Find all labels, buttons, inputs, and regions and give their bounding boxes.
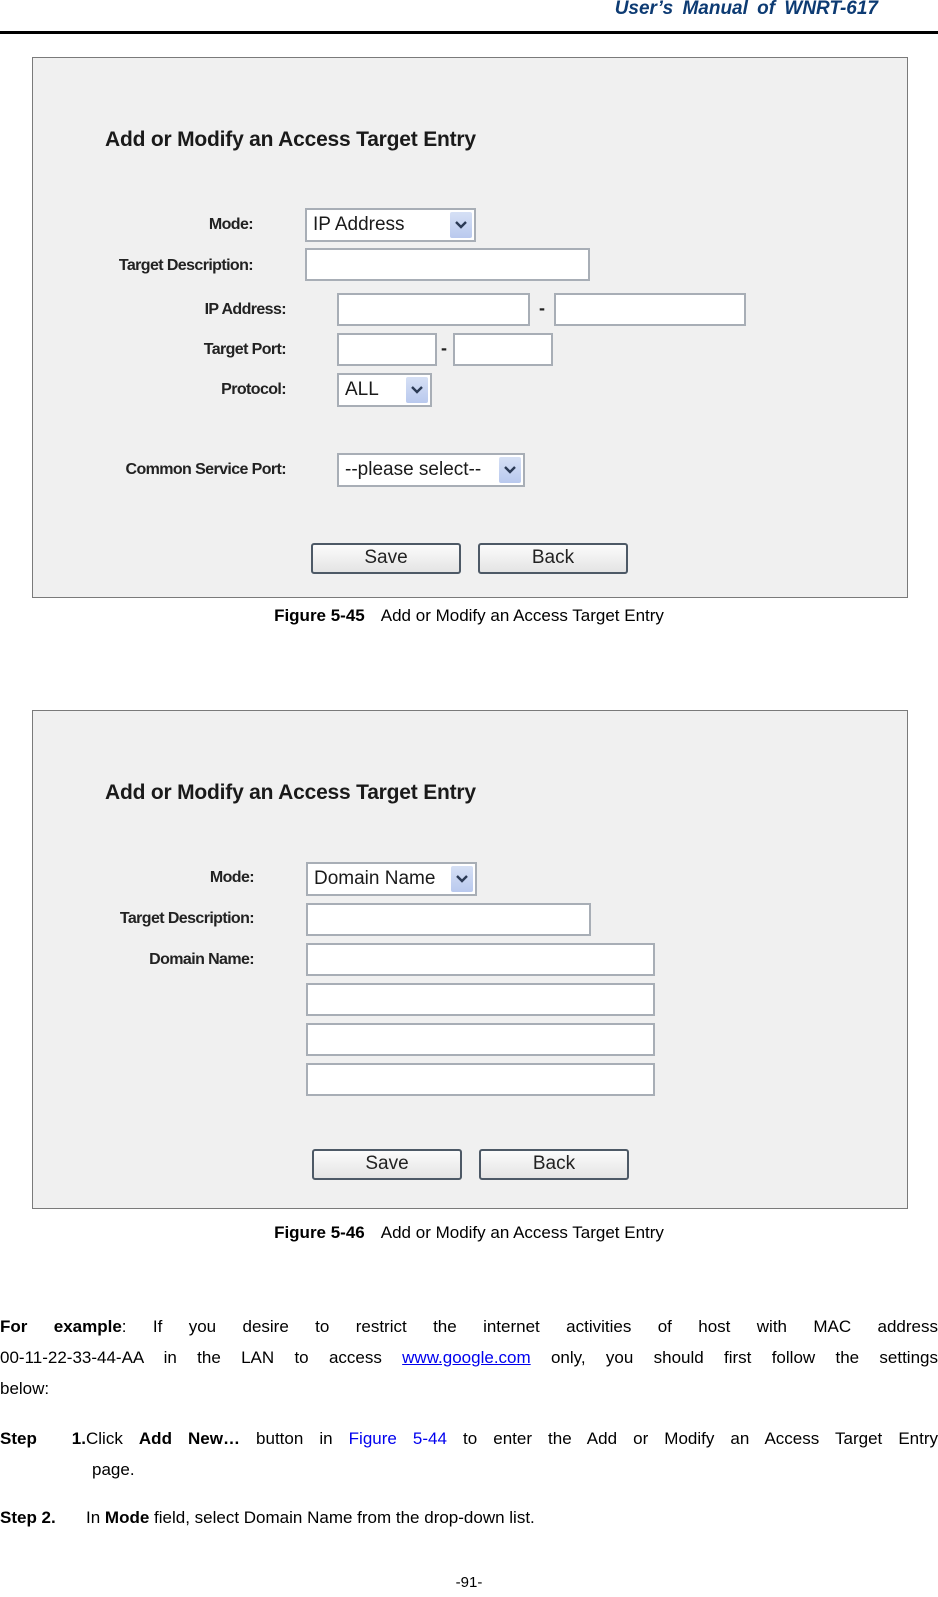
manual-header-title: User’s Manual of WNRT-617 [614, 0, 878, 19]
common-service-port-label: Common Service Port: [125, 461, 287, 478]
protocol-select-value: ALL [345, 379, 379, 400]
mode-select[interactable]: IP Address [305, 208, 476, 242]
step-1-continuation: page. [92, 1454, 892, 1485]
step-text: button in [239, 1429, 349, 1448]
port-range-separator: - [441, 338, 447, 358]
figure-5-46-screenshot: Add or Modify an Access Target Entry Mod… [32, 710, 908, 1209]
mode-select-value: IP Address [313, 214, 405, 235]
page-number: -91- [455, 1574, 483, 1591]
example-text: : If you desire to restrict the internet… [121, 1317, 938, 1336]
target-port-label: Target Port: [203, 341, 287, 358]
chevron-down-icon [499, 457, 521, 483]
ip-address-label: IP Address: [204, 301, 287, 318]
ip-address-end-input[interactable] [554, 293, 746, 326]
target-port-end-input[interactable] [453, 333, 553, 366]
chevron-down-icon [406, 377, 428, 403]
figure-caption-text: Add or Modify an Access Target Entry [380, 1223, 664, 1242]
header-rule [0, 31, 938, 34]
target-description-label: Target Description: [118, 257, 254, 274]
back-button[interactable]: Back [479, 1149, 629, 1180]
domain-name-input-1[interactable] [306, 943, 655, 976]
domain-name-input-4[interactable] [306, 1063, 655, 1096]
figure-number: Figure 5-45 [274, 606, 365, 625]
mode-select[interactable]: Domain Name [306, 862, 477, 896]
figure-number: Figure 5-46 [274, 1223, 365, 1242]
figure-caption-text: Add or Modify an Access Target Entry [380, 606, 664, 625]
domain-name-input-2[interactable] [306, 983, 655, 1016]
example-paragraph-line-1: For example: If you desire to restrict t… [0, 1311, 938, 1342]
common-service-port-select[interactable]: --please select-- [337, 453, 525, 487]
ip-range-separator: - [539, 298, 545, 318]
form-title: Add or Modify an Access Target Entry [105, 781, 476, 804]
protocol-label: Protocol: [221, 381, 286, 398]
domain-name-input-3[interactable] [306, 1023, 655, 1056]
target-description-input[interactable] [305, 248, 590, 281]
example-paragraph-line-2: 00-11-22-33-44-AA in the LAN to access w… [0, 1342, 938, 1373]
step-2: Step 2. In Mode field, select Domain Name… [0, 1502, 938, 1533]
example-paragraph-line-3: below: [0, 1373, 938, 1404]
domain-name-label: Domain Name: [149, 951, 254, 968]
step-label: Step 2. [0, 1508, 56, 1527]
mode-label: Mode: [208, 216, 254, 233]
step-text: page. [92, 1460, 135, 1479]
step-1: Step 1.Click Add New… button in Figure 5… [0, 1423, 938, 1454]
save-button[interactable]: Save [311, 543, 461, 574]
step-text: to enter the Add or Modify an Access Tar… [446, 1429, 938, 1448]
target-port-start-input[interactable] [337, 333, 437, 366]
step-text: In [86, 1508, 105, 1527]
target-description-label: Target Description: [119, 910, 255, 927]
example-text: below: [0, 1379, 50, 1398]
common-service-port-value: --please select-- [345, 459, 482, 480]
form-title: Add or Modify an Access Target Entry [105, 128, 476, 151]
step-text: Click [86, 1429, 139, 1448]
step-bold: Mode [104, 1508, 150, 1527]
figure-5-45-caption: Figure 5-45 Add or Modify an Access Targe… [0, 606, 938, 626]
protocol-select[interactable]: ALL [337, 373, 432, 407]
target-description-input[interactable] [306, 903, 591, 936]
back-button[interactable]: Back [478, 543, 628, 574]
example-label: For example [0, 1317, 122, 1336]
chevron-down-icon [450, 212, 472, 238]
example-text: only, you should first follow the settin… [530, 1348, 938, 1367]
ip-address-start-input[interactable] [337, 293, 530, 326]
save-button[interactable]: Save [312, 1149, 462, 1180]
figure-reference-link[interactable]: Figure 5-44 [349, 1429, 447, 1448]
step-text: field, select Domain Name from the drop-… [149, 1508, 535, 1527]
step-bold: Add New… [138, 1429, 240, 1448]
mode-label: Mode: [209, 869, 255, 886]
google-link[interactable]: www.google.com [402, 1348, 531, 1367]
chevron-down-icon [451, 866, 473, 892]
step-label: Step 1. [0, 1429, 86, 1448]
figure-5-46-caption: Figure 5-46 Add or Modify an Access Targe… [0, 1223, 938, 1243]
example-text: 00-11-22-33-44-AA in the LAN to access [0, 1348, 403, 1367]
figure-5-45-screenshot: Add or Modify an Access Target Entry Mod… [32, 57, 908, 598]
mode-select-value: Domain Name [314, 868, 436, 889]
